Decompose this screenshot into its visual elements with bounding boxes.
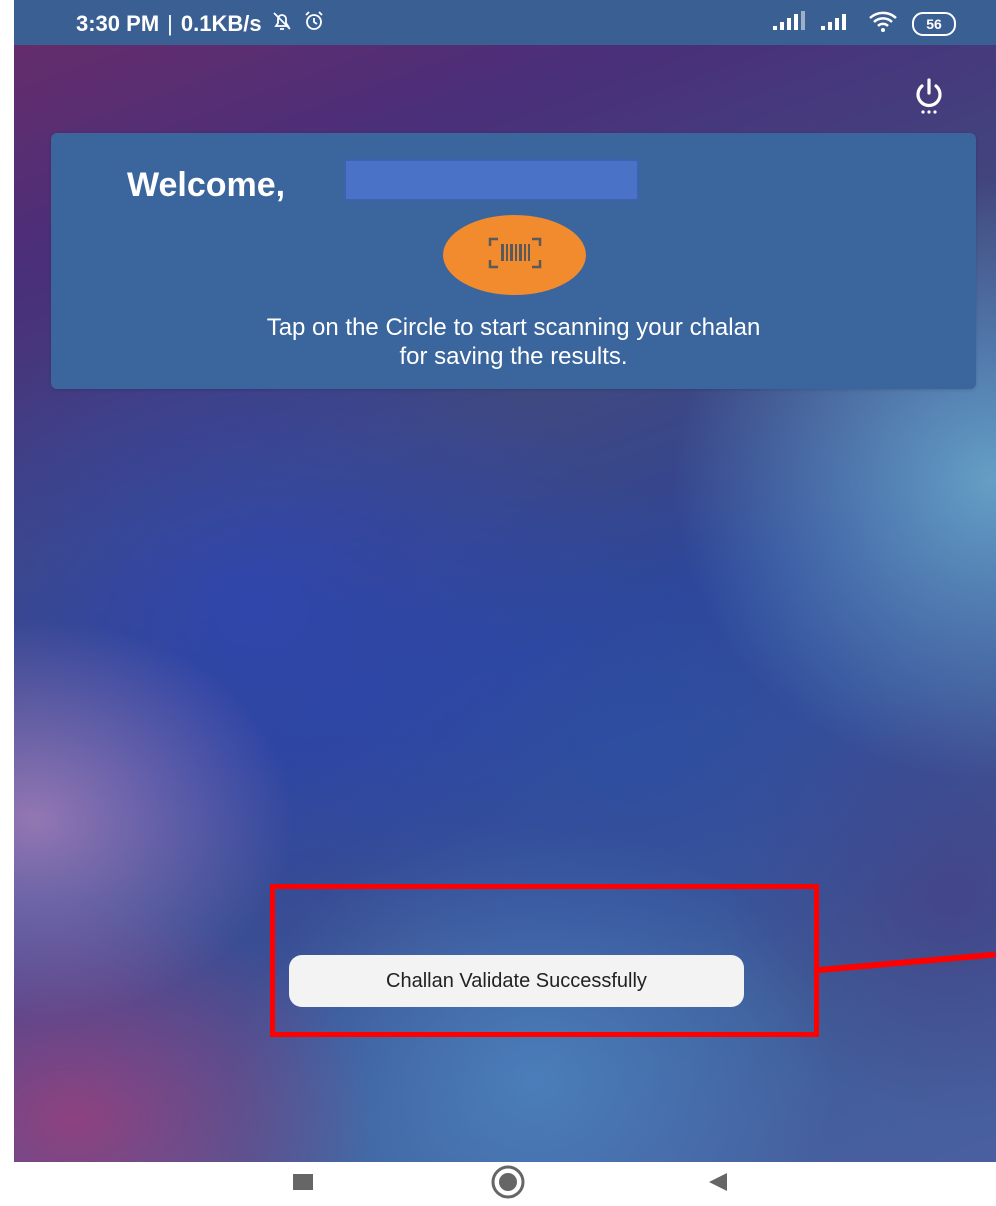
- recents-button[interactable]: [286, 1170, 320, 1198]
- scan-instructions: Tap on the Circle to start scanning your…: [51, 313, 976, 371]
- barcode-scan-icon: [488, 236, 542, 275]
- status-bar: 3:30 PM | 0.1KB/s 56: [14, 0, 996, 45]
- status-left: 3:30 PM | 0.1KB/s: [76, 9, 326, 39]
- power-button[interactable]: [904, 76, 954, 120]
- home-circle-icon: [490, 1164, 526, 1205]
- recents-square-icon: [291, 1172, 315, 1197]
- power-icon: [912, 77, 946, 120]
- user-name-box: [344, 159, 639, 201]
- back-triangle-icon: [705, 1171, 729, 1198]
- welcome-card: Welcome, Tap on the Circle to start scan…: [51, 133, 976, 389]
- toast-message: Challan Validate Successfully: [289, 955, 744, 1007]
- battery-icon: 56: [912, 11, 956, 36]
- instruction-line-2: for saving the results.: [399, 343, 628, 370]
- app-screen: 3:30 PM | 0.1KB/s 56 Welcome, Tap on the…: [14, 0, 996, 1162]
- home-button[interactable]: [486, 1164, 530, 1205]
- silent-bell-icon: [270, 9, 294, 39]
- instruction-line-1: Tap on the Circle to start scanning your…: [266, 314, 761, 341]
- back-button[interactable]: [700, 1170, 734, 1198]
- status-separator: |: [167, 11, 173, 36]
- highlight-connector-line: [818, 951, 996, 973]
- status-time: 3:30 PM: [76, 11, 160, 36]
- welcome-greeting: Welcome,: [127, 166, 286, 204]
- alarm-clock-icon: [302, 9, 326, 39]
- scan-button[interactable]: [443, 215, 586, 295]
- signal-icon: [820, 11, 854, 36]
- signal-icon: [772, 11, 806, 36]
- wifi-icon: [868, 10, 898, 37]
- toast-text: Challan Validate Successfully: [386, 969, 647, 992]
- network-speed: 0.1KB/s: [180, 11, 262, 36]
- nav-bar: [0, 1162, 996, 1206]
- status-right: 56: [772, 10, 956, 37]
